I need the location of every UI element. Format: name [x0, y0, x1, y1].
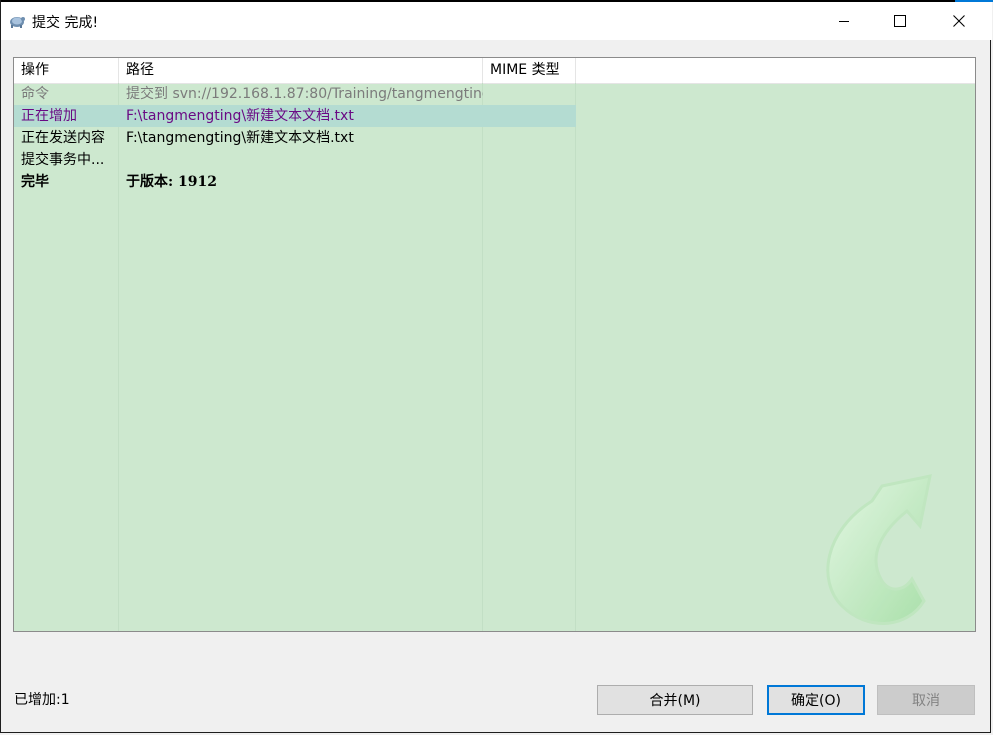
- minimize-button[interactable]: [821, 2, 867, 40]
- table-row[interactable]: 完毕 于版本: 1912: [14, 171, 975, 193]
- commit-dialog: 提交 完成! 操作 路径 MIME 类型 命令 提交到 svn://192.16…: [0, 0, 993, 733]
- row-action: 完毕: [21, 174, 49, 190]
- table-row-selected[interactable]: 正在增加 F:\tangmengting\新建文本文档.txt: [14, 105, 975, 127]
- row-action: 提交事务中...: [21, 152, 105, 168]
- row-path: F:\tangmengting\新建文本文档.txt: [126, 130, 354, 146]
- row-path: [119, 149, 483, 171]
- title-bar[interactable]: 提交 完成!: [1, 2, 992, 40]
- minimize-icon: [839, 21, 849, 22]
- column-header-path[interactable]: 路径: [119, 58, 483, 83]
- maximize-icon: [894, 15, 906, 27]
- row-path: 于版本: 1912: [126, 174, 218, 190]
- added-count-label: 已增加:1: [14, 692, 70, 708]
- table-row[interactable]: 命令 提交到 svn://192.168.1.87:80/Training/ta…: [14, 83, 975, 105]
- row-mime: [483, 105, 576, 127]
- ok-button[interactable]: 确定(O): [767, 685, 865, 715]
- row-mime: [483, 171, 576, 193]
- column-header-mime[interactable]: MIME 类型: [483, 58, 576, 83]
- table-row[interactable]: 正在发送内容 F:\tangmengting\新建文本文档.txt: [14, 127, 975, 149]
- row-action: 正在增加: [21, 108, 77, 124]
- commit-arrow-watermark-icon: [826, 474, 932, 625]
- cancel-button[interactable]: 取消: [877, 685, 975, 715]
- commit-log-list[interactable]: 操作 路径 MIME 类型 命令 提交到 svn://192.168.1.87:…: [13, 57, 976, 632]
- close-button[interactable]: [936, 2, 982, 40]
- table-row[interactable]: 提交事务中...: [14, 149, 975, 171]
- row-path: 提交到 svn://192.168.1.87:80/Training/tangm…: [126, 86, 483, 102]
- close-icon: [953, 15, 965, 27]
- row-mime: [483, 149, 576, 171]
- row-mime: [483, 83, 576, 105]
- list-header: 操作 路径 MIME 类型: [14, 58, 975, 84]
- merge-button[interactable]: 合并(M): [597, 685, 753, 715]
- tortoise-svn-icon: [10, 17, 25, 28]
- row-action: 正在发送内容: [21, 130, 105, 146]
- maximize-button[interactable]: [877, 2, 923, 40]
- column-header-action[interactable]: 操作: [14, 58, 119, 83]
- row-path: F:\tangmengting\新建文本文档.txt: [126, 108, 354, 124]
- row-mime: [483, 127, 576, 149]
- row-action: 命令: [21, 86, 49, 102]
- window-title: 提交 完成!: [32, 15, 99, 31]
